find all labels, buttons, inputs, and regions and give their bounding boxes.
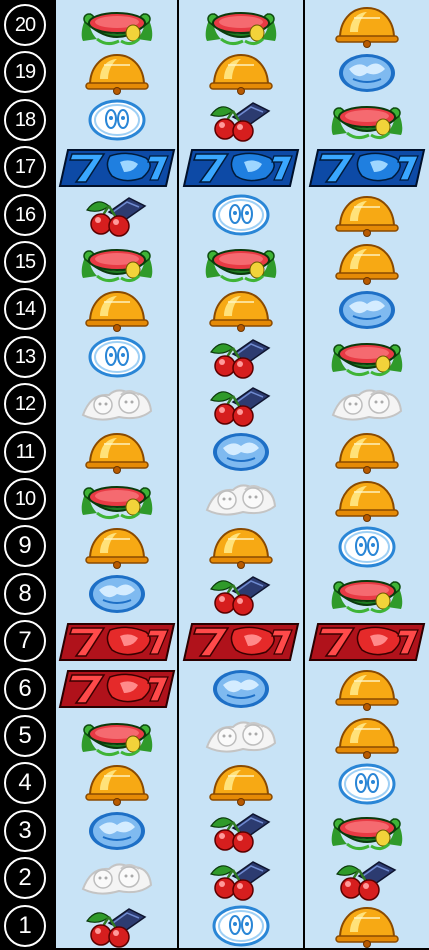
red7-icon — [56, 618, 177, 665]
row-number: 14 — [4, 288, 46, 331]
watermelon-icon — [56, 239, 177, 286]
plum-icon — [305, 49, 429, 96]
replay-icon — [305, 523, 429, 570]
row-number: 3 — [4, 809, 46, 852]
plum-icon — [179, 666, 303, 713]
reel-strip-sheet: 20 19 18 17 16 15 14 13 12 11 10 9 8 7 6 5 4 3 2 1 — [0, 0, 429, 950]
bell-icon — [179, 760, 303, 807]
plum-icon — [56, 808, 177, 855]
cherry-icon — [179, 381, 303, 428]
blue7-icon — [179, 144, 303, 191]
bell-icon — [179, 49, 303, 96]
plum-icon — [56, 571, 177, 618]
row-number: 12 — [4, 383, 46, 426]
watermelon-icon — [305, 334, 429, 381]
bell-icon — [56, 286, 177, 333]
row-number: 19 — [4, 51, 46, 94]
replay-icon — [56, 334, 177, 381]
blue7-icon — [305, 144, 429, 191]
red7-icon — [179, 618, 303, 665]
row-number: 9 — [4, 525, 46, 568]
row-number: 17 — [4, 146, 46, 189]
watermelon-icon — [305, 97, 429, 144]
reel-center — [179, 0, 303, 948]
reel-left — [56, 0, 177, 948]
replay-icon — [56, 97, 177, 144]
red7-icon — [305, 618, 429, 665]
row-number: 16 — [4, 193, 46, 236]
watermelon-icon — [179, 239, 303, 286]
row-number: 15 — [4, 241, 46, 283]
row-number: 7 — [4, 620, 46, 663]
character-icon — [179, 476, 303, 523]
row-number-column: 20 19 18 17 16 15 14 13 12 11 10 9 8 7 6 5 4 3 2 1 — [0, 0, 54, 948]
row-number: 4 — [4, 762, 46, 805]
bell-icon — [305, 713, 429, 760]
cherry-icon — [179, 334, 303, 381]
cherry-icon — [305, 855, 429, 902]
row-number: 2 — [4, 857, 46, 900]
watermelon-icon — [305, 571, 429, 618]
plum-icon — [179, 429, 303, 476]
row-number: 5 — [4, 715, 46, 757]
replay-icon — [179, 903, 303, 950]
bell-icon — [305, 192, 429, 239]
character-icon — [56, 381, 177, 428]
plum-icon — [305, 286, 429, 333]
row-number: 13 — [4, 335, 46, 378]
watermelon-icon — [179, 2, 303, 49]
bell-icon — [179, 523, 303, 570]
bell-icon — [179, 286, 303, 333]
bell-icon — [56, 760, 177, 807]
row-number: 8 — [4, 572, 46, 615]
bell-icon — [305, 666, 429, 713]
watermelon-icon — [305, 808, 429, 855]
blue7-icon — [56, 144, 177, 191]
character-icon — [305, 381, 429, 428]
bell-icon — [305, 903, 429, 950]
cherry-icon — [179, 571, 303, 618]
character-icon — [179, 713, 303, 760]
row-number: 20 — [4, 4, 46, 46]
watermelon-icon — [56, 713, 177, 760]
replay-icon — [305, 760, 429, 807]
cherry-icon — [56, 192, 177, 239]
reel-right — [305, 0, 429, 950]
cherry-icon — [179, 808, 303, 855]
row-number: 1 — [4, 904, 46, 947]
cherry-icon — [179, 855, 303, 902]
row-number: 6 — [4, 667, 46, 710]
bell-icon — [56, 429, 177, 476]
bell-icon — [305, 239, 429, 286]
cherry-icon — [56, 903, 177, 950]
bell-icon — [305, 476, 429, 523]
row-number: 11 — [4, 430, 46, 473]
red7-icon — [56, 666, 177, 713]
row-number: 18 — [4, 98, 46, 141]
cherry-icon — [179, 97, 303, 144]
bell-icon — [56, 523, 177, 570]
watermelon-icon — [56, 2, 177, 49]
watermelon-icon — [56, 476, 177, 523]
character-icon — [56, 855, 177, 902]
replay-icon — [179, 192, 303, 239]
bell-icon — [305, 429, 429, 476]
bell-icon — [305, 2, 429, 49]
bell-icon — [56, 49, 177, 96]
row-number: 10 — [4, 478, 46, 520]
